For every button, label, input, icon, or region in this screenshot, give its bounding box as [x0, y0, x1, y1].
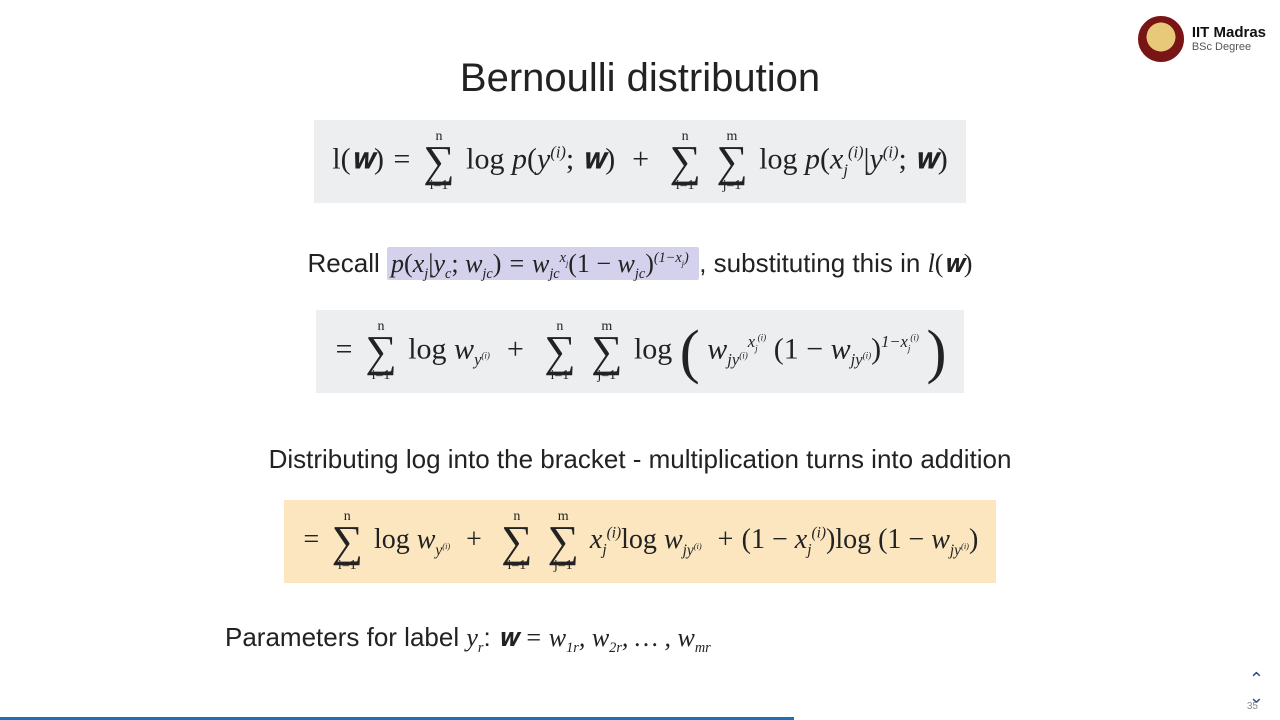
equation-2: = n∑i=1 log wy(i) + n∑i=1 m∑j=1 log ( wj… — [0, 310, 1280, 393]
recall-formula: p(xj|yc; wjc) = wjcxj(1 − wjc)(1−xj) — [387, 247, 699, 280]
eq1-box: l(𝐰) = n∑i=1 log p(y(i); 𝐰) + n∑i=1 m∑j=… — [314, 120, 965, 203]
brand-line1: IIT Madras — [1192, 25, 1266, 40]
slide-title: Bernoulli distribution — [0, 56, 1280, 101]
eq3-box: = n∑i=1 log wy(i) + n∑i=1 m∑j=1 xj(i)log… — [284, 500, 997, 583]
page-number: 35 — [1247, 701, 1258, 712]
parameters-line: Parameters for label yr: 𝐰 = w1r, w2r, …… — [0, 622, 1280, 657]
recall-line: Recall p(xj|yc; wjc) = wjcxj(1 − wjc)(1−… — [0, 248, 1280, 283]
chevron-up-icon[interactable]: ⌃ — [1249, 670, 1264, 688]
params-formula: 𝐰 = w1r, w2r, … , wmr — [498, 623, 711, 652]
recall-tail: l(𝐰) — [928, 249, 973, 278]
eq2-box: = n∑i=1 log wy(i) + n∑i=1 m∑j=1 log ( wj… — [316, 310, 965, 393]
params-prefix: Parameters for label — [225, 622, 466, 652]
brand-line2: BSc Degree — [1192, 42, 1266, 53]
distribute-text: Distributing log into the bracket - mult… — [0, 444, 1280, 475]
params-colon: : — [483, 622, 497, 652]
recall-prefix: Recall — [308, 248, 387, 278]
recall-suffix: , substituting this in — [699, 248, 927, 278]
equation-3: = n∑i=1 log wy(i) + n∑i=1 m∑j=1 xj(i)log… — [0, 500, 1280, 583]
equation-1: l(𝐰) = n∑i=1 log p(y(i); 𝐰) + n∑i=1 m∑j=… — [0, 120, 1280, 203]
